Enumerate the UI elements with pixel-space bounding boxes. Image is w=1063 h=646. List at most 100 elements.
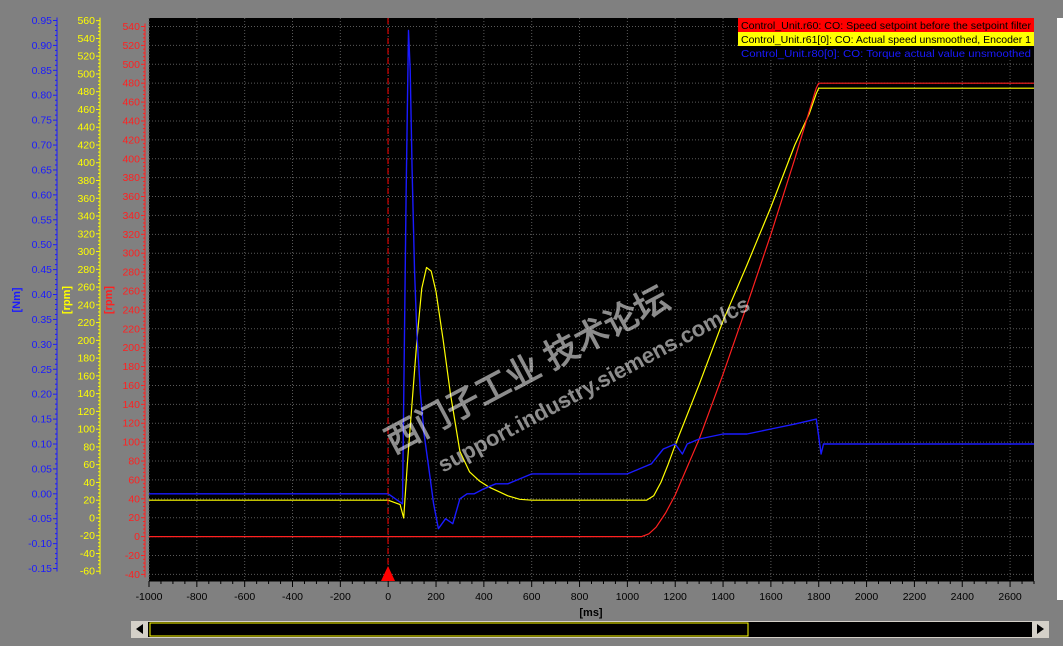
rpm_y-tick-label: 440 (77, 122, 95, 134)
rpm_r-tick-label: 260 (122, 285, 140, 297)
rpm_r-tick-label: 200 (122, 342, 140, 354)
x-tick-label: 600 (523, 591, 541, 603)
rpm_r-tick-label: 300 (122, 248, 140, 260)
x-tick-label: 1800 (807, 591, 831, 603)
nm-tick-label: 0.95 (32, 15, 53, 27)
rpm_r-tick-label: 440 (122, 115, 140, 127)
nm-tick-label: 0.45 (32, 264, 53, 276)
rpm_r-tick-label: 100 (122, 437, 140, 449)
x-tick-label: -1000 (136, 591, 163, 603)
x-tick-label: 1400 (711, 591, 735, 603)
rpm_y-tick-label: 500 (77, 68, 95, 80)
x-axis-label: [ms] (579, 607, 603, 619)
rpm_r-tick-label: 380 (122, 172, 140, 184)
rpm_y-tick-label: 520 (77, 51, 95, 63)
rpm_y-tick-label: 80 (83, 441, 95, 453)
rpm_r-tick-label: 80 (128, 456, 140, 468)
rpm_y-tick-label: 400 (77, 157, 95, 169)
x-tick-label: 1000 (616, 591, 640, 603)
nm-tick-label: 0.15 (32, 414, 53, 426)
nm-tick-label: 0.85 (32, 65, 53, 77)
nm-tick-label: 0.00 (32, 488, 53, 500)
rpm_r-tick-label: 420 (122, 134, 140, 146)
rpm_r-tick-label: 400 (122, 153, 140, 165)
rpm_r-tick-label: 0 (134, 531, 140, 543)
x-tick-label: -400 (282, 591, 303, 603)
legend-entry-0: Control_Unit.r60: CO: Speed setpoint bef… (741, 20, 1032, 32)
rpm_y-tick-label: 40 (83, 477, 95, 489)
rpm_y-tick-label: 60 (83, 459, 95, 471)
rpm_y-tick-label: 480 (77, 86, 95, 98)
nm-tick-label: 0.70 (32, 140, 53, 152)
x-tick-label: -600 (234, 591, 255, 603)
nm-tick-label: 0.65 (32, 164, 53, 176)
nm-tick-label: -0.15 (28, 563, 52, 575)
nm-tick-label: 0.75 (32, 115, 53, 127)
x-tick-label: 0 (385, 591, 391, 603)
rpm_r-tick-label: 120 (122, 418, 140, 430)
rpm_r-tick-label: 160 (122, 380, 140, 392)
rpm_y-tick-label: 380 (77, 175, 95, 187)
x-tick-label: -200 (330, 591, 351, 603)
rpm_y-tick-label: 180 (77, 353, 95, 365)
rpm_y-tick-label: 0 (89, 512, 95, 524)
rpm_y-tick-label: 20 (83, 495, 95, 507)
x-tick-label: 1200 (664, 591, 688, 603)
rpm_y-tick-label: 100 (77, 424, 95, 436)
rpm_y-tick-label: 280 (77, 264, 95, 276)
nm-tick-label: -0.05 (28, 513, 52, 525)
rpm_y-tick-label: -20 (80, 530, 95, 542)
rpm_y-tick-label: 540 (77, 33, 95, 45)
rpm_r-tick-label: 240 (122, 304, 140, 316)
rpm_r-tick-label: 180 (122, 361, 140, 373)
x-tick-label: 200 (427, 591, 445, 603)
rpm_r-tick-label: -20 (125, 550, 140, 562)
rpm_y-tick-label: 340 (77, 211, 95, 223)
rpm_r-tick-label: 460 (122, 97, 140, 109)
rpm_r-tick-label: 360 (122, 191, 140, 203)
x-tick-label: 1600 (759, 591, 783, 603)
rpm_y-tick-label: 220 (77, 317, 95, 329)
rpm_r-tick-label: 220 (122, 323, 140, 335)
rpm_r-tick-label: 480 (122, 78, 140, 90)
x-tick-label: 800 (571, 591, 589, 603)
horizontal-scrollbar[interactable] (131, 621, 1049, 638)
rpm_r-tick-label: 60 (128, 474, 140, 486)
nm-tick-label: 0.30 (32, 339, 53, 351)
rpm_y-tick-label: 160 (77, 370, 95, 382)
rpm_y-tick-label: 360 (77, 193, 95, 205)
rpm_r-tick-label: -40 (125, 569, 140, 581)
rpm_y-tick-label: -60 (80, 566, 95, 578)
rpm_y-tick-label: 300 (77, 246, 95, 258)
rpm_y-tick-label: 260 (77, 282, 95, 294)
legend-entry-1: Control_Unit.r61[0]: CO: Actual speed un… (741, 34, 1031, 46)
rpm_y-tick-label: 420 (77, 139, 95, 151)
rpm_r-tick-label: 320 (122, 229, 140, 241)
rpm_y-tick-label: -40 (80, 548, 95, 560)
rpm_y-tick-label: 200 (77, 335, 95, 347)
rpm_y-tick-label: 560 (77, 15, 95, 27)
nm-tick-label: 0.10 (32, 438, 53, 450)
nm-tick-label: 0.50 (32, 239, 53, 251)
x-tick-label: 2000 (855, 591, 879, 603)
nm-tick-label: 0.35 (32, 314, 53, 326)
nm-tick-label: 0.55 (32, 214, 53, 226)
nm-tick-label: 0.40 (32, 289, 53, 301)
rpm_r-tick-label: 520 (122, 40, 140, 52)
speed-axis-label: [rpm] (61, 286, 73, 314)
trace-chart: -0.15 -0.10 -0.05 0.00 0.05 0.10 0.15 0.20 0.25 0… (0, 0, 1063, 646)
x-tick-label: 2200 (903, 591, 927, 603)
rpm_y-tick-label: 460 (77, 104, 95, 116)
rpm_y-tick-label: 140 (77, 388, 95, 400)
x-tick-label: 400 (475, 591, 493, 603)
x-tick-label: 2600 (998, 591, 1022, 603)
rpm_r-tick-label: 340 (122, 210, 140, 222)
nm-tick-label: 0.80 (32, 90, 53, 102)
rpm_r-tick-label: 280 (122, 267, 140, 279)
nm-tick-label: 0.60 (32, 189, 53, 201)
right-edge-panel (1057, 18, 1063, 600)
torque-axis-label: [Nm] (11, 287, 23, 312)
rpm_r-tick-label: 140 (122, 399, 140, 411)
rpm_y-tick-label: 240 (77, 299, 95, 311)
scrollbar-thumb[interactable] (148, 622, 1032, 637)
